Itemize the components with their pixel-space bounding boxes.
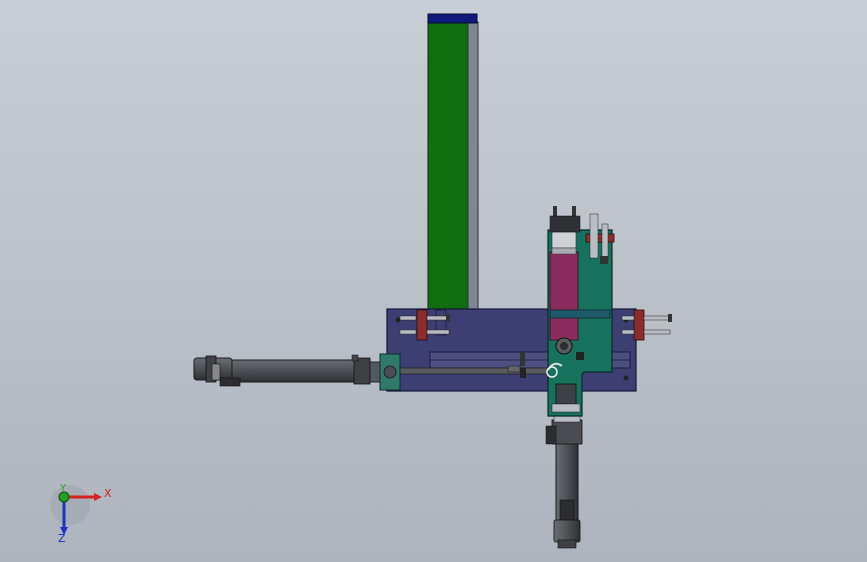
coordinate-triad: [50, 485, 102, 535]
column-cap: [427, 13, 478, 24]
piston-rod-horizontal: [395, 367, 555, 375]
z-axis-label: Z: [58, 532, 66, 545]
vertical-column[interactable]: [427, 13, 479, 313]
x-axis-label: X: [104, 487, 112, 500]
horizontal-cylinder[interactable]: [193, 353, 401, 391]
vertical-cylinder[interactable]: [545, 413, 583, 549]
y-axis-label: Y: [59, 483, 67, 494]
cad-model-view: X Y Z: [50, 13, 672, 549]
carriage-slider: [549, 251, 579, 341]
cad-viewport[interactable]: X Y Z: [0, 0, 867, 562]
